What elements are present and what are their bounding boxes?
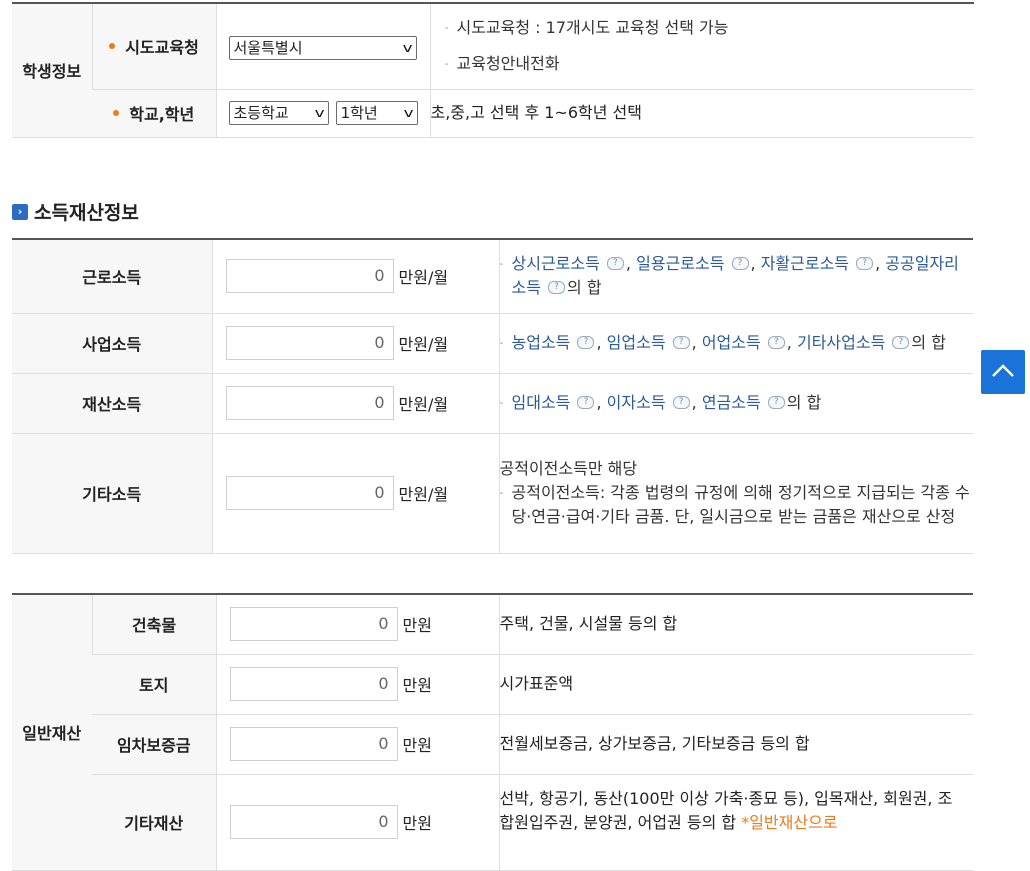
income-type-link[interactable]: 연금소득	[702, 393, 761, 412]
property-label: 기타재산	[92, 774, 216, 871]
property-table: 일반재산 건축물 0 만원 주택, 건물, 시설물 등의 합 토지 0 만원 시가표준액 임차보증…	[12, 593, 973, 871]
chevron-right-square-icon: ›	[12, 203, 28, 220]
bullet-dot-icon	[113, 109, 120, 116]
unit-label: 만원/월	[398, 268, 449, 288]
school-select[interactable]: 초등학교 v	[228, 101, 329, 125]
property-row: 토지 0 만원 시가표준액	[12, 654, 973, 715]
arrow-up-icon	[992, 364, 1014, 377]
income-type-link[interactable]: 어업소득	[702, 333, 761, 352]
help-bubble-icon[interactable]: ?	[767, 336, 785, 349]
income-type-link[interactable]: 임대소득	[512, 393, 571, 412]
income-label: 재산소득	[12, 373, 212, 434]
student-info-table: 학생정보 시도교육청 서울특별시 v - 시도교육청 : 17개시도 교육청 선택 …	[12, 2, 974, 138]
income-row: 사업소득 0 만원/월 - 농업소득 ?, 임업소득 ?, 어업소득 ?, 기타사업소득…	[12, 313, 973, 374]
income-note: 공적이전소득만 해당 - 공적이전소득: 각종 법령의 규정에 의해 정기적으로 지…	[498, 433, 973, 554]
help-bubble-icon[interactable]: ?	[577, 396, 595, 409]
unit-label: 만원	[402, 814, 432, 833]
property-row: 임차보증금 0 만원 전월세보증금, 상가보증금, 기타보증금 등의 합	[12, 714, 973, 775]
unit-label: 만원/월	[398, 335, 449, 354]
unit-label: 만원/월	[398, 395, 449, 414]
property-amount-input[interactable]: 0	[229, 727, 398, 761]
school-note: 초,중,고 선택 후 1~6학년 선택	[429, 89, 974, 138]
property-desc-highlight: *일반재산으로	[741, 812, 838, 832]
property-amount-input[interactable]: 0	[229, 607, 398, 642]
income-note: - 임대소득 ?, 이자소득 ?, 연금소득 ? 의 합	[498, 373, 973, 434]
income-type-link[interactable]: 이자소득	[607, 393, 666, 412]
income-type-link[interactable]: 자활근로소득	[761, 254, 849, 273]
property-desc: 주택, 건물, 시설물 등의 합	[498, 593, 973, 655]
help-bubble-icon[interactable]: ?	[606, 257, 624, 271]
income-note: - 상시근로소득 ?, 일용근로소득 ?, 자활근로소득 ?, 공공일자리소득 ?…	[498, 238, 973, 314]
income-note: - 농업소득 ?, 임업소득 ?, 어업소득 ?, 기타사업소득 ? 의 합	[498, 313, 973, 374]
scroll-top-button[interactable]	[981, 350, 1025, 394]
income-table: 근로소득 0 만원/월 - 상시근로소득 ?, 일용근로소득 ?, 자활근로소득 ?, …	[12, 238, 973, 554]
chevron-down-icon: v	[404, 106, 415, 120]
income-label: 근로소득	[12, 238, 212, 314]
income-amount-input[interactable]: 0	[225, 476, 394, 510]
grade-select[interactable]: 1학년 v	[335, 101, 418, 125]
office-label: 시도교육청	[91, 2, 216, 90]
income-type-link[interactable]: 상시근로소득	[512, 254, 600, 273]
unit-label: 만원	[402, 676, 432, 695]
help-bubble-icon[interactable]: ?	[672, 396, 690, 409]
chevron-down-icon: v	[402, 41, 413, 55]
property-label: 건축물	[91, 593, 216, 655]
help-bubble-icon[interactable]: ?	[731, 257, 749, 271]
unit-label: 만원	[402, 736, 432, 755]
unit-label: 만원	[402, 616, 432, 636]
help-bubble-icon[interactable]: ?	[892, 336, 910, 349]
help-bubble-icon[interactable]: ?	[672, 336, 690, 349]
property-amount-input[interactable]: 0	[229, 667, 398, 701]
property-row: 일반재산 건축물 0 만원 주택, 건물, 시설물 등의 합	[12, 593, 973, 871]
income-note-heading: 공적이전소득만 해당	[499, 459, 638, 478]
income-amount-input[interactable]: 0	[225, 386, 394, 420]
income-row: 재산소득 0 만원/월 - 임대소득 ?, 이자소득 ?, 연금소득 ? 의 합	[12, 373, 973, 434]
income-section-title: › 소득재산정보	[12, 198, 139, 225]
help-bubble-icon[interactable]: ?	[577, 336, 595, 349]
unit-label: 만원/월	[398, 485, 449, 504]
chevron-down-icon: v	[314, 106, 325, 120]
bullet-dot-icon	[109, 42, 116, 49]
help-bubble-icon[interactable]: ?	[767, 396, 785, 409]
income-type-link[interactable]: 농업소득	[512, 333, 571, 352]
income-amount-input[interactable]: 0	[225, 326, 394, 360]
office-notes: - 시도교육청 : 17개시도 교육청 선택 가능 - 교육청안내전화	[429, 2, 974, 90]
property-desc: 시가표준액	[498, 654, 973, 715]
income-row: 기타소득 0 만원/월 공적이전소득만 해당 - 공적이전소득: 각종 법령의 규정에 의…	[12, 433, 973, 554]
property-label: 토지	[92, 654, 216, 715]
help-bubble-icon[interactable]: ?	[856, 257, 874, 271]
property-label: 임차보증금	[92, 714, 216, 775]
income-note-text: 공적이전소득: 각종 법령의 규정에 의해 정기적으로 지급되는 각종 수당·연…	[511, 483, 970, 526]
income-label: 기타소득	[12, 433, 212, 554]
student-info-group-label: 학생정보	[12, 2, 92, 138]
school-label: 학교,학년	[92, 89, 216, 138]
property-group-label: 일반재산	[12, 593, 92, 871]
property-desc: 선박, 항공기, 동산(100만 이상 가축·종묘 등), 입목재산, 회원권,…	[498, 774, 973, 871]
income-amount-input[interactable]: 0	[225, 259, 394, 294]
property-row: 기타재산 0 만원 선박, 항공기, 동산(100만 이상 가축·종묘 등), 입목재…	[12, 774, 973, 871]
property-desc: 전월세보증금, 상가보증금, 기타보증금 등의 합	[498, 714, 973, 775]
income-type-link[interactable]: 기타사업소득	[797, 333, 885, 352]
office-phone-link[interactable]: 교육청안내전화	[457, 54, 560, 73]
income-label: 사업소득	[12, 313, 212, 374]
income-type-link[interactable]: 임업소득	[607, 333, 666, 352]
income-row: 근로소득 0 만원/월 - 상시근로소득 ?, 일용근로소득 ?, 자활근로소득 ?, …	[12, 238, 973, 314]
income-type-link[interactable]: 일용근로소득	[636, 254, 724, 273]
office-select[interactable]: 서울특별시 v	[228, 36, 417, 60]
help-bubble-icon[interactable]: ?	[548, 281, 566, 295]
property-amount-input[interactable]: 0	[229, 805, 398, 839]
